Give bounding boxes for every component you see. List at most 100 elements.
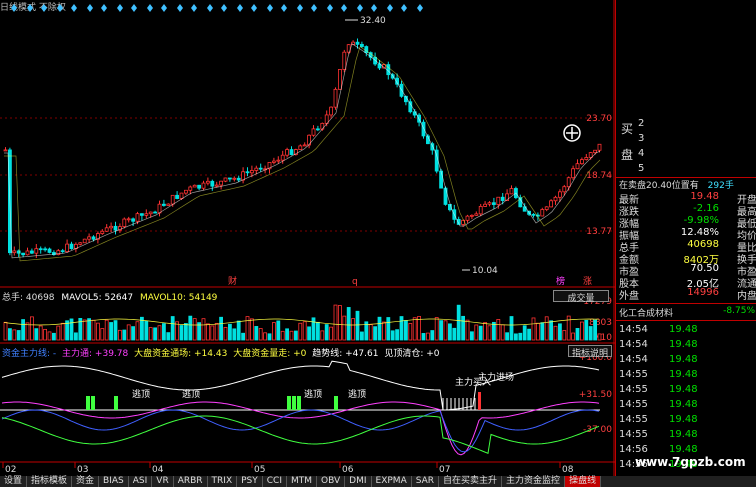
bottom-tab[interactable]: VR — [152, 476, 174, 487]
bottom-tab[interactable]: SAR — [412, 476, 440, 487]
quote-header: 在卖盘20.40位置有 292手 — [619, 178, 734, 191]
volume-bar — [351, 318, 356, 341]
bottom-tab[interactable]: ASI — [129, 476, 153, 487]
quote-header-left: 在卖盘20.40位置有 — [619, 181, 699, 191]
candle-body — [566, 177, 571, 188]
event-diamond-icon[interactable] — [221, 4, 227, 12]
bottom-tab[interactable]: BIAS — [99, 476, 129, 487]
volume-bar — [461, 315, 466, 341]
bottom-tab[interactable]: 设置 — [0, 476, 28, 487]
bottom-tab[interactable]: MTM — [287, 476, 318, 487]
volume-bar — [12, 329, 17, 341]
tick-time: 14:54 — [619, 354, 648, 365]
event-diamond-icon[interactable] — [371, 4, 377, 12]
indicator-help-button[interactable]: 指标说明 — [568, 345, 612, 359]
bottom-tab[interactable]: TRIX — [208, 476, 238, 487]
volume-bar — [491, 321, 496, 341]
order-level-5: 5 — [638, 163, 645, 174]
signal-bar — [114, 396, 118, 410]
event-diamond-icon[interactable] — [161, 4, 167, 12]
candle-body — [82, 238, 87, 244]
bottom-tab[interactable]: 指标模板 — [27, 476, 73, 487]
candle-body — [12, 250, 17, 254]
tick-price: 19.48 — [669, 429, 698, 440]
indicator-legend-2: 大盘资金通场: +14.43 — [134, 349, 228, 359]
event-diamond-icon[interactable] — [387, 4, 393, 12]
bottom-tab[interactable]: 资金 — [72, 476, 100, 487]
candle-body — [205, 180, 210, 184]
event-diamond-icon[interactable] — [207, 4, 213, 12]
volume-bar — [381, 321, 386, 341]
event-diamond-icon[interactable] — [341, 4, 347, 12]
low-marker: 10.04 — [472, 266, 498, 276]
event-diamond-icon[interactable] — [191, 4, 197, 12]
event-diamond-icon[interactable] — [417, 4, 423, 12]
event-diamond-icon[interactable] — [147, 4, 153, 12]
bottom-tab[interactable]: DMI — [345, 476, 372, 487]
volume-bar — [38, 325, 43, 341]
candle-body — [558, 191, 562, 198]
volume-bar — [430, 330, 435, 341]
event-diamond-icon[interactable] — [11, 4, 17, 12]
event-diamond-icon[interactable] — [281, 4, 287, 12]
event-diamond-icon[interactable] — [71, 4, 77, 12]
quote-row: 最新 19.48 开盘 — [619, 191, 756, 206]
indicator-annotation: 逃顶 — [132, 388, 150, 400]
bottom-tab[interactable]: 操盘线 — [565, 476, 602, 487]
tick-time: 14:55 — [619, 414, 648, 425]
event-diamond-icon[interactable] — [131, 4, 137, 12]
candle-body — [223, 177, 228, 182]
volume-bar — [205, 323, 210, 341]
volume-bar — [214, 322, 219, 341]
tick-price: 19.48 — [669, 384, 698, 395]
buy-label: 买 — [621, 122, 634, 136]
bottom-tab[interactable]: CCI — [263, 476, 287, 487]
candle-body — [188, 186, 193, 191]
bottom-tab[interactable]: PSY — [237, 476, 263, 487]
candle-body — [280, 154, 285, 161]
event-diamond-icon[interactable] — [177, 4, 183, 12]
bottom-tab[interactable]: 自在买卖主升 — [439, 476, 503, 487]
event-diamond-icon[interactable] — [87, 4, 93, 12]
volume-bar — [148, 327, 153, 341]
event-diamond-icon[interactable] — [357, 4, 363, 12]
bottom-tab[interactable]: ARBR — [174, 476, 208, 487]
signal-bar — [334, 396, 338, 410]
candle-body — [227, 177, 232, 180]
event-diamond-icon[interactable] — [311, 4, 317, 12]
volume-bar — [456, 304, 461, 341]
event-diamond-icon[interactable] — [251, 4, 257, 12]
quote-row: 市盈 70.50 市盈 — [619, 263, 756, 278]
event-diamond-icon[interactable] — [237, 4, 243, 12]
candle-body — [236, 177, 241, 181]
event-diamond-icon[interactable] — [117, 4, 123, 12]
event-diamond-icon[interactable] — [57, 4, 63, 12]
event-diamond-icon[interactable] — [267, 4, 273, 12]
candle-body — [197, 184, 202, 189]
bottom-tab[interactable]: OBV — [317, 476, 346, 487]
volume-bar — [91, 319, 96, 341]
event-diamond-icon[interactable] — [401, 4, 407, 12]
kline-chart[interactable]: 23.7018.7413.7732.4010.04财 q 榜涨172798803X1… — [0, 0, 615, 476]
right-panel: 买 盘 2 3 4 5 在卖盘20.40位置有 292手 最新 19.48 开盘 涨跌… — [615, 0, 756, 476]
event-diamond-icon[interactable] — [41, 4, 47, 12]
volume-bar — [69, 318, 74, 341]
bottom-tab[interactable]: 主力资金监控 — [502, 476, 566, 487]
volume-bar — [293, 330, 298, 341]
price-axis-label: 18.74 — [586, 171, 612, 181]
event-diamond-icon[interactable] — [327, 4, 333, 12]
volume-bar — [395, 329, 400, 341]
volume-bar — [417, 316, 422, 341]
candle-body — [3, 149, 8, 152]
bottom-tab[interactable]: EXPMA — [372, 476, 412, 487]
event-diamond-icon[interactable] — [297, 4, 303, 12]
volume-bar — [258, 328, 263, 341]
volume-button[interactable]: 成交量 — [553, 290, 609, 304]
volume-bar — [285, 328, 290, 341]
sector-row[interactable]: 化工合成材料 -8.75% — [619, 306, 755, 319]
event-diamond-icon[interactable] — [27, 4, 33, 12]
candle-body — [166, 203, 171, 206]
candle-body — [355, 41, 360, 45]
volume-bar — [518, 332, 523, 341]
event-diamond-icon[interactable] — [101, 4, 107, 12]
